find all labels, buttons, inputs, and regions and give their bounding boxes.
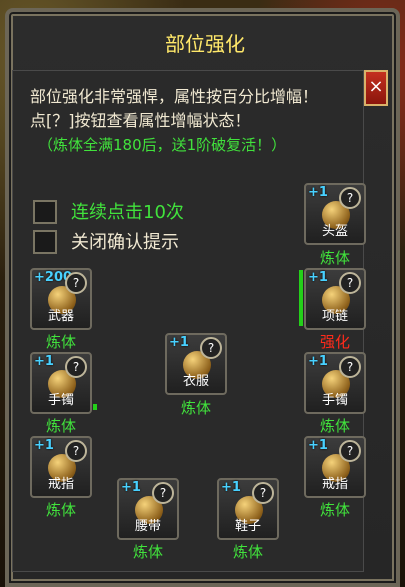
slot-label: 戒指 [47, 477, 74, 492]
slot-weapon[interactable]: +200 ? 武器 [30, 268, 92, 330]
slot-status: 炼体 [132, 543, 163, 561]
slot-label: 衣服 [182, 374, 209, 389]
slot-label: 鞋子 [234, 519, 261, 534]
slot-ring-right[interactable]: +1 ? 戒指 [304, 436, 366, 498]
slot-level: +1 [308, 270, 328, 285]
slot-level: +1 [308, 438, 328, 453]
slot-helmet[interactable]: +1 ? 头盔 [304, 183, 366, 245]
slot-level: +1 [34, 438, 54, 453]
slot-level: +1 [308, 354, 328, 369]
slot-status: 强化 [319, 333, 350, 351]
option-disable-confirm[interactable]: 关闭确认提示 [33, 230, 233, 256]
slot-label: 腰带 [134, 519, 161, 534]
slot-level: +1 [34, 354, 54, 369]
help-button[interactable]: ? [339, 440, 361, 462]
slot-label: 项链 [321, 309, 348, 324]
help-button[interactable]: ? [339, 187, 361, 209]
help-button[interactable]: ? [339, 356, 361, 378]
help-button[interactable]: ? [65, 356, 87, 378]
slot-level: +1 [121, 480, 141, 495]
slot-ring-left[interactable]: +1 ? 戒指 [30, 436, 92, 498]
slot-status: 炼体 [45, 417, 76, 435]
click-10-checkbox[interactable] [33, 200, 57, 224]
description-bonus-line: （炼体全满180后，送1阶破复活！） [38, 136, 287, 154]
slot-status: 炼体 [319, 417, 350, 435]
slot-label: 手镯 [321, 393, 348, 408]
help-button[interactable]: ? [339, 272, 361, 294]
disable-confirm-label: 关闭确认提示 [71, 232, 179, 253]
slot-bracelet-right[interactable]: +1 ? 手镯 [304, 352, 366, 414]
slot-label: 头盔 [321, 224, 348, 239]
help-button[interactable]: ? [65, 440, 87, 462]
slot-level: +1 [308, 185, 328, 200]
slot-status: 炼体 [45, 501, 76, 519]
option-click-10[interactable]: 连续点击10次 [33, 200, 233, 226]
slot-level: +1 [221, 480, 241, 495]
title-bar: 部位强化 [130, 26, 280, 62]
disable-confirm-checkbox[interactable] [33, 230, 57, 254]
help-button[interactable]: ? [152, 482, 174, 504]
slot-status: 炼体 [319, 501, 350, 519]
description-line-1: 部位强化非常强悍，属性按百分比增幅！ [30, 87, 319, 106]
slot-bracelet-left[interactable]: +1 ? 手镯 [30, 352, 92, 414]
slot-label: 手镯 [47, 393, 74, 408]
slot-shoes[interactable]: +1 ? 鞋子 [217, 478, 279, 540]
window-title: 部位强化 [165, 32, 245, 56]
slot-label: 戒指 [321, 477, 348, 492]
bracelet-progress-bar [93, 404, 97, 410]
slot-status: 炼体 [180, 399, 211, 417]
help-button[interactable]: ? [65, 272, 87, 294]
slot-label: 武器 [47, 309, 74, 324]
slot-status: 炼体 [45, 333, 76, 351]
help-button[interactable]: ? [252, 482, 274, 504]
slot-belt[interactable]: +1 ? 腰带 [117, 478, 179, 540]
slot-necklace[interactable]: +1 ? 项链 [304, 268, 366, 330]
description: 部位强化非常强悍，属性按百分比增幅！ 点[？]按钮查看属性增幅状态！ （炼体全满… [30, 85, 370, 157]
slot-status: 炼体 [232, 543, 263, 561]
slot-status: 炼体 [319, 249, 350, 267]
help-button[interactable]: ? [200, 337, 222, 359]
click-10-label: 连续点击10次 [71, 202, 184, 223]
slot-armor[interactable]: +1 ? 衣服 [165, 333, 227, 395]
necklace-progress-bar [299, 270, 303, 326]
description-line-2: 点[？]按钮查看属性增幅状态！ [30, 111, 251, 130]
slot-level: +1 [169, 335, 189, 350]
